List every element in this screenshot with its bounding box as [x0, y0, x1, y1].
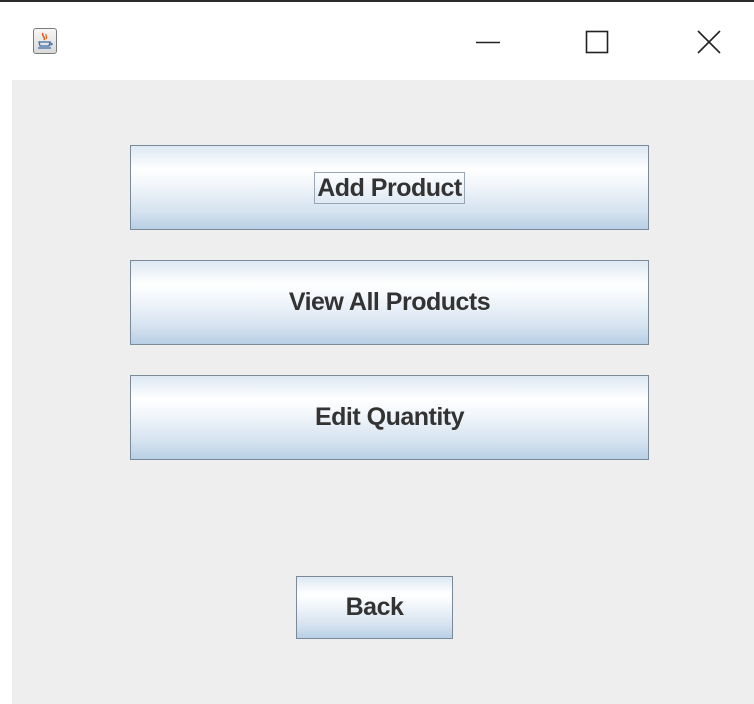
back-label: Back	[345, 593, 404, 621]
close-button[interactable]	[686, 20, 732, 66]
view-all-products-label: View All Products	[288, 288, 491, 316]
edit-quantity-label: Edit Quantity	[314, 403, 465, 431]
maximize-icon	[585, 30, 609, 54]
add-product-label: Add Product	[314, 171, 465, 204]
minimize-icon	[476, 41, 500, 44]
content-panel: Add Product View All Products Edit Quant…	[12, 80, 754, 704]
java-cup-icon[interactable]	[33, 28, 57, 54]
add-product-button[interactable]: Add Product	[130, 145, 649, 230]
back-button[interactable]: Back	[296, 576, 453, 639]
minimize-button[interactable]	[465, 20, 511, 66]
view-all-products-button[interactable]: View All Products	[130, 260, 649, 345]
title-bar[interactable]	[0, 2, 754, 80]
application-window: Add Product View All Products Edit Quant…	[0, 0, 754, 704]
edit-quantity-button[interactable]: Edit Quantity	[130, 375, 649, 460]
maximize-button[interactable]	[575, 20, 621, 66]
close-icon	[697, 30, 721, 54]
